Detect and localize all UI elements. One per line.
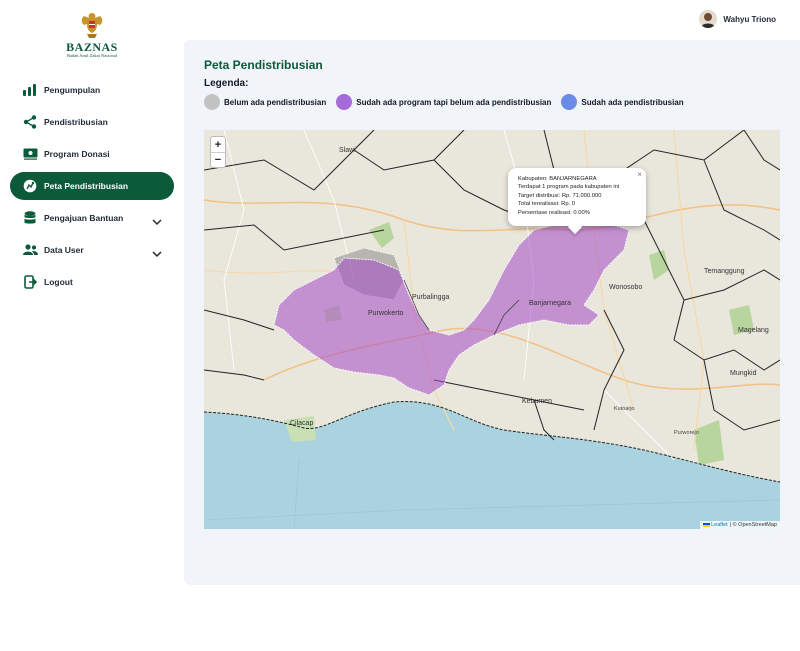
popup-line-target: Target distribusi: Rp. 71.000.000 [518,192,602,199]
legend-swatch [204,94,220,110]
map-pin-icon [22,178,38,194]
brand-name: BAZNAS [66,40,118,54]
map-label-purwokerto: Purwokerto [368,310,404,317]
map-label-wonosobo: Wonosobo [609,284,643,291]
brand-subtitle: Badan Amil Zakat Nasional [66,53,118,58]
map-label-mungkid: Mungkid [730,370,757,377]
map-label-cilacap: Cilacap [290,420,314,427]
popup-line-program-count: Terdapat 1 program pada kabupaten ini [518,184,620,191]
map-label-kutoarjo: Kutoarjo [614,406,635,412]
sidebar: BAZNAS Badan Amil Zakat Nasional Pengump… [0,0,184,651]
main-card: Peta Pendistribusian Legenda: Belum ada … [184,40,800,585]
user-name: Wahyu Triono [723,14,776,24]
legend-swatch [336,94,353,110]
sidebar-item-label: Pengajuan Bantuan [44,213,124,223]
legend-label: Belum ada pendistribusian [224,97,327,107]
money-icon [22,146,38,162]
user-menu[interactable]: Wahyu Triono [699,10,776,28]
avatar [699,10,718,28]
share-icon [22,114,38,130]
users-icon [22,242,38,258]
legend-item-distributed: Sudah ada pendistribusian [561,94,684,110]
map-tiles [204,130,780,529]
sidebar-item-program-donasi[interactable]: Program Donasi [10,140,174,168]
database-icon [22,210,38,226]
zoom-out-button[interactable]: − [211,152,225,167]
popup-close-button[interactable]: × [637,170,642,179]
sidebar-item-logout[interactable]: Logout [10,268,174,296]
logout-icon [22,274,38,290]
sidebar-item-label: Data User [44,245,84,255]
sidebar-item-label: Pengumpulan [44,85,101,95]
map-label-purworejo: Purworejo [674,430,699,436]
sidebar-item-label: Logout [44,277,73,287]
map-label-temanggung: Temanggung [704,268,745,275]
ukraine-flag-icon [703,523,711,527]
map-popup: × Kabupaten: BANJARNEGARA Terdapat 1 pro… [508,168,646,226]
map-attribution: Leaflet | © OpenStreetMap [700,521,780,529]
zoom-control: + − [210,136,226,168]
sidebar-item-label: Program Donasi [44,149,110,159]
brand-logo[interactable]: BAZNAS Badan Amil Zakat Nasional [58,10,126,59]
sidebar-item-label: Pendistribusian [44,117,108,127]
legend-label: Sudah ada pendistribusian [581,97,684,107]
legend-item-program: Sudah ada program tapi belum ada pendist… [336,94,551,110]
zoom-in-button[interactable]: + [211,137,225,152]
sidebar-item-data-user[interactable]: Data User [10,236,174,264]
legend: Belum ada pendistribusian Sudah ada prog… [204,94,694,110]
sidebar-nav: Pengumpulan Pendistribusian Program Dona… [10,76,174,300]
sidebar-item-pendistribusian[interactable]: Pendistribusian [10,108,174,136]
popup-line-percentage: Persentase realisasi: 0.00% [518,209,590,216]
leaflet-link[interactable]: Leaflet [711,522,728,528]
osm-attribution[interactable]: | © OpenStreetMap [730,522,777,528]
garuda-emblem-icon [81,13,103,38]
popup-line-kabupaten: Kabupaten: BANJARNEGARA [518,176,597,182]
legend-swatch [561,94,578,110]
page-title: Peta Pendistribusian [204,58,323,72]
map-label-banjarnegara: Banjarnegara [529,300,572,307]
sidebar-item-pengajuan-bantuan[interactable]: Pengajuan Bantuan [10,204,174,232]
sidebar-item-label: Peta Pendistribusian [44,181,129,191]
chevron-down-icon[interactable] [152,213,162,231]
map-label-kebumen: Kebumen [522,398,552,405]
legend-label: Sudah ada program tapi belum ada pendist… [356,97,552,107]
legend-title: Legenda: [204,78,249,89]
chevron-down-icon[interactable] [152,245,162,263]
map-label-magelang: Magelang [738,327,769,334]
map-label-slawi: Slawi [339,147,356,154]
sidebar-item-peta-pendistribusian[interactable]: Peta Pendistribusian [10,172,174,200]
sidebar-item-pengumpulan[interactable]: Pengumpulan [10,76,174,104]
map-label-purbalingga: Purbalingga [412,294,450,301]
legend-item-none: Belum ada pendistribusian [204,94,326,110]
bar-chart-icon [22,82,38,98]
map-view[interactable]: Slawi Purbalingga Purwokerto Banjarnegar… [204,130,780,529]
popup-line-realized: Total terealisasi: Rp. 0 [518,201,576,208]
